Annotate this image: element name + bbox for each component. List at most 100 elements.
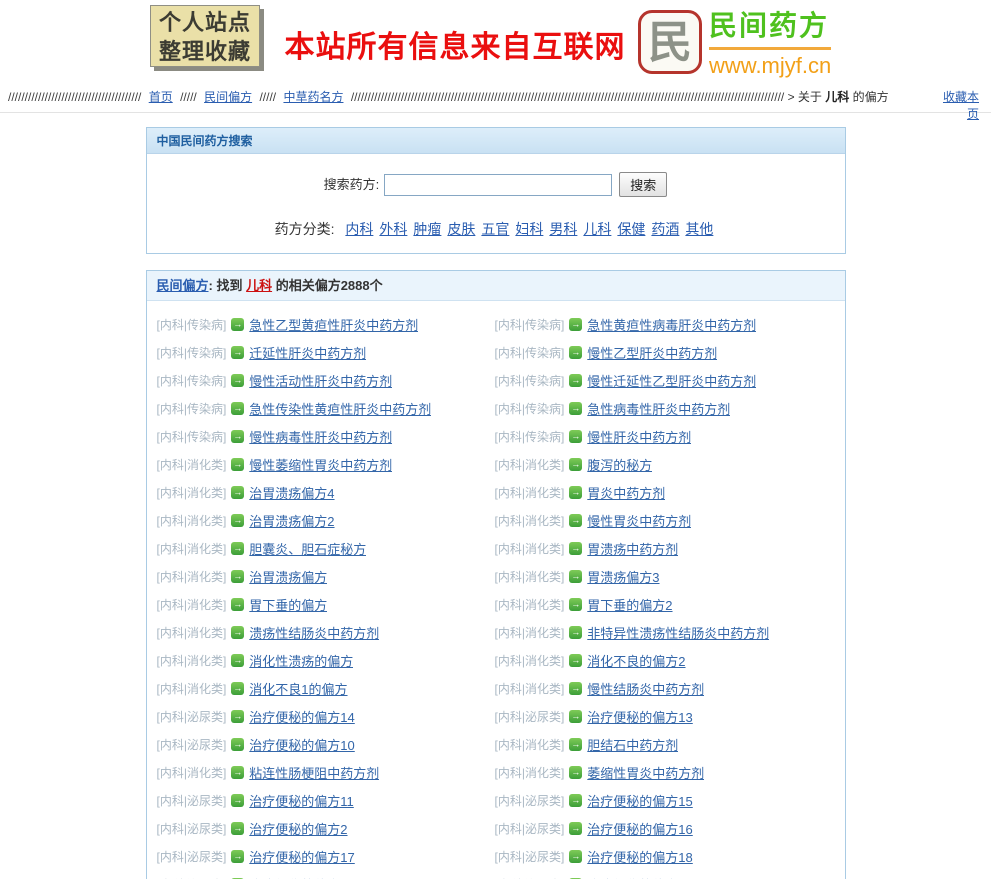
banner-notice: 本站所有信息来自互联网 [280,22,630,66]
remedy-link[interactable]: 胃溃疡中药方剂 [587,539,678,558]
category-link[interactable]: 肿瘤 [413,221,441,237]
results-header: 民间偏方: 找到 儿科 的相关偏方2888个 [147,271,845,301]
item-category-tag: [内科|泌尿类] [495,820,565,837]
item-category-tag: [内科|消化类] [157,484,227,501]
remedy-link[interactable]: 治疗便秘的偏方15 [587,791,692,810]
arrow-bullet-icon: → [569,822,582,835]
remedy-link[interactable]: 慢性胃炎中药方剂 [587,511,691,530]
remedy-link[interactable]: 萎缩性胃炎中药方剂 [587,763,704,782]
remedy-link[interactable]: 治疗便秘的偏方17 [249,847,354,866]
arrow-bullet-icon: → [569,794,582,807]
remedy-link[interactable]: 急性传染性黄疸性肝炎中药方剂 [249,399,431,418]
remedy-link[interactable]: 慢性迁延性乙型肝炎中药方剂 [587,371,756,390]
results-source-link[interactable]: 民间偏方 [157,278,209,293]
remedy-link[interactable]: 急性黄疸性病毒肝炎中药方剂 [587,315,756,334]
results-column-right: [内科|传染病] → 急性黄疸性病毒肝炎中药方剂 [内科|传染病] → 慢性乙型… [495,310,835,879]
remedy-link[interactable]: 治疗便秘的偏方13 [587,707,692,726]
remedy-link[interactable]: 胃下垂的偏方 [249,595,327,614]
arrow-bullet-icon: → [569,430,582,443]
remedy-link[interactable]: 腹泻的秘方 [587,455,652,474]
remedy-link[interactable]: 非特异性溃疡性结肠炎中药方剂 [587,623,769,642]
remedy-link[interactable]: 胃炎中药方剂 [587,483,665,502]
remedy-link[interactable]: 慢性活动性肝炎中药方剂 [249,371,392,390]
item-category-tag: [内科|消化类] [495,736,565,753]
remedy-link[interactable]: 慢性肝炎中药方剂 [587,427,691,446]
item-category-tag: [内科|传染病] [157,316,227,333]
category-link[interactable]: 其他 [685,221,713,237]
remedy-link[interactable]: 迁延性肝炎中药方剂 [249,343,366,362]
nav-link-herb-formulas[interactable]: 中草药名方 [283,90,343,104]
category-link[interactable]: 儿科 [583,221,611,237]
remedy-link[interactable]: 治疗便秘的偏方21 [249,875,354,879]
nav-link-folk-remedies[interactable]: 民间偏方 [204,90,252,104]
nav-divider-slashes: ////////////////////////////////////////… [351,90,784,104]
arrow-bullet-icon: → [569,374,582,387]
remedy-link[interactable]: 治疗便秘的偏方2 [249,819,347,838]
remedy-link[interactable]: 慢性萎缩性胃炎中药方剂 [249,455,392,474]
arrow-bullet-icon: → [569,402,582,415]
results-list: [内科|传染病] → 急性乙型黄疸性肝炎中药方剂 [内科|传染病] → 迁延性肝… [147,301,845,879]
remedy-link[interactable]: 治疗便秘的偏方14 [249,707,354,726]
remedy-link[interactable]: 治疗便秘的偏方16 [587,819,692,838]
search-button[interactable]: 搜索 [619,172,667,197]
search-panel: 中国民间药方搜索 搜索药方:搜索 药方分类: 内科外科肿瘤皮肤五官妇科男科儿科保… [146,127,846,254]
category-link[interactable]: 内科 [345,221,373,237]
arrow-bullet-icon: → [231,486,244,499]
remedy-link[interactable]: 急性乙型黄疸性肝炎中药方剂 [249,315,418,334]
result-item: [内科|消化类] → 胃下垂的偏方 [157,590,495,618]
remedy-link[interactable]: 治胃溃疡偏方2 [249,511,334,530]
remedy-link[interactable]: 慢性结肠炎中药方剂 [587,679,704,698]
category-link[interactable]: 药酒 [651,221,679,237]
logo-seal-icon: 民 [638,10,702,74]
remedy-link[interactable]: 治胃溃疡偏方4 [249,483,334,502]
search-input[interactable] [384,174,612,196]
remedy-link[interactable]: 慢性病毒性肝炎中药方剂 [249,427,392,446]
arrow-bullet-icon: → [231,514,244,527]
result-item: [内科|传染病] → 慢性乙型肝炎中药方剂 [495,338,835,366]
item-category-tag: [内科|泌尿类] [157,736,227,753]
nav-link-home[interactable]: 首页 [149,90,173,104]
remedy-link[interactable]: 治疗便秘的偏方19 [587,875,692,879]
category-link[interactable]: 五官 [481,221,509,237]
bookmark-page-link[interactable]: 收藏本页 [935,89,979,123]
item-category-tag: [内科|消化类] [495,652,565,669]
remedy-link[interactable]: 消化不良的偏方2 [587,651,685,670]
remedy-link[interactable]: 胃溃疡偏方3 [587,567,659,586]
item-category-tag: [内科|传染病] [157,344,227,361]
item-category-tag: [内科|消化类] [495,484,565,501]
category-link[interactable]: 皮肤 [447,221,475,237]
search-panel-title: 中国民间药方搜索 [147,128,845,154]
item-category-tag: [内科|消化类] [157,652,227,669]
results-column-left: [内科|传染病] → 急性乙型黄疸性肝炎中药方剂 [内科|传染病] → 迁延性肝… [157,310,495,879]
results-keyword-link[interactable]: 儿科 [246,278,272,293]
remedy-link[interactable]: 溃疡性结肠炎中药方剂 [249,623,379,642]
remedy-link[interactable]: 胆结石中药方剂 [587,735,678,754]
arrow-bullet-icon: → [231,682,244,695]
item-category-tag: [内科|泌尿类] [157,708,227,725]
remedy-link[interactable]: 消化性溃疡的偏方 [249,651,353,670]
category-link[interactable]: 外科 [379,221,407,237]
remedy-link[interactable]: 治疗便秘的偏方10 [249,735,354,754]
category-link[interactable]: 妇科 [515,221,543,237]
remedy-link[interactable]: 治疗便秘的偏方18 [587,847,692,866]
site-logo[interactable]: 民 民间药方 www.mjyf.cn [638,4,831,79]
remedy-link[interactable]: 急性病毒性肝炎中药方剂 [587,399,730,418]
remedy-link[interactable]: 粘连性肠梗阻中药方剂 [249,763,379,782]
arrow-bullet-icon: → [231,318,244,331]
remedy-link[interactable]: 治胃溃疡偏方 [249,567,327,586]
remedy-link[interactable]: 胆囊炎、胆石症秘方 [249,539,366,558]
remedy-link[interactable]: 慢性乙型肝炎中药方剂 [587,343,717,362]
remedy-link[interactable]: 治疗便秘的偏方11 [249,791,354,810]
remedy-link[interactable]: 胃下垂的偏方2 [587,595,672,614]
result-item: [内科|消化类] → 非特异性溃疡性结肠炎中药方剂 [495,618,835,646]
arrow-bullet-icon: → [569,346,582,359]
nav-context-keyword: 儿科 [825,90,849,104]
category-link[interactable]: 男科 [549,221,577,237]
result-item: [内科|泌尿类] → 治疗便秘的偏方10 [157,730,495,758]
arrow-bullet-icon: → [569,766,582,779]
item-category-tag: [内科|泌尿类] [495,792,565,809]
category-link[interactable]: 保健 [617,221,645,237]
arrow-bullet-icon: → [231,710,244,723]
result-item: [内科|泌尿类] → 治疗便秘的偏方19 [495,870,835,879]
remedy-link[interactable]: 消化不良1的偏方 [249,679,347,698]
